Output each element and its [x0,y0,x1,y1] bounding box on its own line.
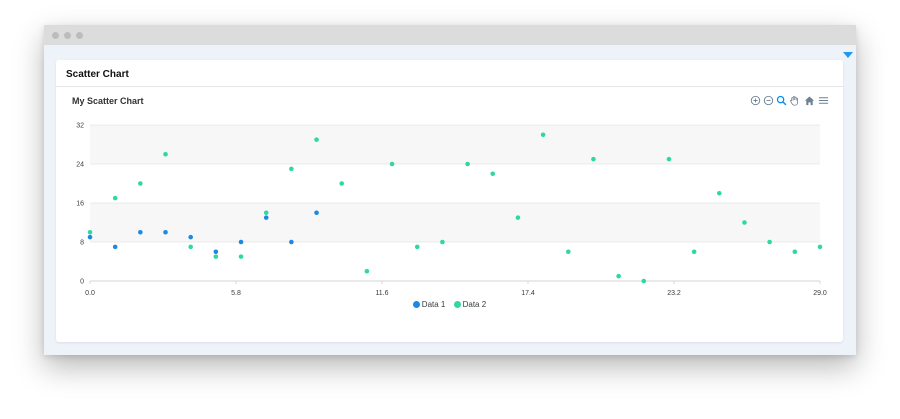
data-point-2 [565,249,571,255]
x-tick-label: 17.4 [521,290,535,297]
window-titlebar [44,25,856,45]
data-point-2 [465,161,470,167]
data-point-1 [188,234,193,240]
window-maximize-dot[interactable] [76,32,83,39]
y-tick-label: 32 [76,123,84,130]
data-point-1 [112,244,118,250]
legend-label-data-2: Data 2 [462,300,487,309]
grid-band [90,203,820,242]
data-point-2 [238,254,244,259]
data-point-2 [263,210,269,216]
x-tick-label: 11.6 [375,290,388,297]
chart-legend: Data 1 Data 2 [56,300,843,312]
data-point-2 [389,161,395,167]
data-point-2 [591,156,596,162]
legend-item-data-2[interactable]: Data 2 [453,300,487,309]
x-tick-label: 29.0 [813,290,827,297]
data-point-2 [289,166,294,172]
data-point-1 [314,210,319,216]
x-tick-label: 5.8 [231,290,241,297]
y-tick-label: 16 [76,201,84,208]
x-tick-label: 0.0 [85,290,95,297]
legend-label-data-1: Data 1 [421,300,446,309]
window-close-dot[interactable] [52,32,59,39]
data-point-2 [440,239,445,245]
data-point-1 [87,234,93,240]
data-point-2 [490,171,496,177]
data-point-2 [767,239,772,245]
data-point-1 [289,239,294,245]
y-tick-label: 24 [76,162,84,169]
y-tick-label: 0 [80,279,84,286]
legend-item-data-1[interactable]: Data 1 [412,300,446,309]
data-point-2 [717,190,722,196]
data-point-1 [163,229,168,235]
data-point-2 [792,249,798,255]
y-tick-label: 8 [80,240,84,247]
data-point-2 [817,244,823,250]
data-point-1 [263,215,269,220]
data-point-2 [540,132,546,138]
data-point-2 [314,137,319,142]
x-tick-label: 23.2 [667,290,681,297]
data-point-2 [364,268,370,274]
data-point-2 [213,254,219,259]
data-point-2 [188,244,193,250]
data-point-2 [616,273,621,279]
data-point-2 [691,249,697,255]
data-point-2 [112,195,118,201]
legend-marker-data-2 [453,301,461,308]
chevron-down-icon[interactable] [843,52,853,58]
grid-band [90,125,820,164]
data-point-2 [666,156,672,162]
data-point-2 [87,229,93,235]
data-point-2 [138,181,143,186]
data-point-2 [414,244,420,250]
data-point-2 [163,151,168,157]
data-point-2 [742,220,747,225]
data-point-2 [339,181,345,186]
legend-marker-data-1 [412,301,420,308]
scatter-plot: 32 24 16 8 00.0 5.8 11.6 17.4 23.2 29.0 [76,123,827,298]
window-minimize-dot[interactable] [64,32,71,39]
data-point-1 [238,239,244,245]
data-point-2 [515,215,521,220]
data-point-1 [138,229,143,235]
data-point-1 [213,249,219,255]
data-point-2 [641,278,647,284]
chart-card: Scatter Chart My Scatter Chart 32 24 16 … [56,60,843,342]
browser-window: Scatter Chart My Scatter Chart 32 24 16 … [44,25,856,355]
